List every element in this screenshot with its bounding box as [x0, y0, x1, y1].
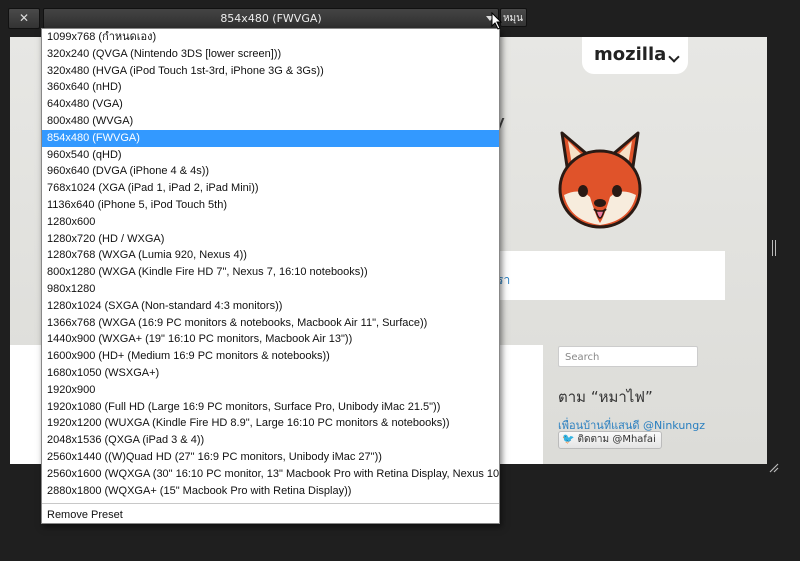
chevron-down-icon [668, 51, 680, 63]
preset-option[interactable]: 1280x768 (WXGA (Lumia 920, Nexus 4)) [42, 247, 499, 264]
follow-heading: ตาม “หมาไฟ” [558, 388, 653, 406]
preset-option[interactable]: 960x540 (qHD) [42, 147, 499, 164]
preset-option[interactable]: 1920x900 [42, 382, 499, 399]
preset-option[interactable]: 1136x640 (iPhone 5, iPod Touch 5th) [42, 197, 499, 214]
preset-option[interactable]: 854x480 (FWVGA) [42, 129, 499, 147]
mouse-cursor-icon [491, 12, 503, 30]
preset-option[interactable]: 800x480 (WVGA) [42, 113, 499, 130]
preset-option[interactable]: 2048x1536 (QXGA (iPad 3 & 4)) [42, 432, 499, 449]
mozilla-logo: mozilla [594, 44, 667, 65]
preset-option[interactable]: 1099x768 (กำหนดเอง) [42, 29, 499, 46]
preset-option[interactable]: 1680x1050 (WSXGA+) [42, 365, 499, 382]
dropdown-separator [42, 503, 499, 505]
preset-option[interactable]: 360x640 (nHD) [42, 79, 499, 96]
red-panda-mascot-icon [558, 131, 642, 229]
preset-option[interactable]: 1280x600 [42, 214, 499, 231]
preset-option[interactable]: 2560x1440 ((W)Quad HD (27" 16:9 PC monit… [42, 449, 499, 466]
preset-option[interactable]: 2560x1600 (WQXGA (30" 16:10 PC monitor, … [42, 466, 499, 483]
preset-option[interactable]: 320x480 (HVGA (iPod Touch 1st-3rd, iPhon… [42, 63, 499, 80]
preset-option[interactable]: 1280x1024 (SXGA (Non-standard 4:3 monito… [42, 298, 499, 315]
preset-option[interactable]: 1600x900 (HD+ (Medium 16:9 PC monitors &… [42, 348, 499, 365]
preset-option[interactable]: 320x240 (QVGA (Nintendo 3DS [lower scree… [42, 46, 499, 63]
viewport-resize-handle[interactable] [772, 240, 776, 256]
preset-option[interactable]: 1440x900 (WXGA+ (19" 16:10 PC monitors, … [42, 331, 499, 348]
resize-grip-icon[interactable] [767, 461, 779, 473]
preset-dropdown-list[interactable]: 1099x768 (กำหนดเอง) 320x240 (QVGA (Ninten… [41, 28, 500, 524]
preset-option[interactable]: 980x1280 [42, 281, 499, 298]
preset-option[interactable]: 1920x1080 (Full HD (Large 16:9 PC monito… [42, 399, 499, 416]
search-input[interactable]: Search [558, 346, 698, 367]
follow-button-label: ติดตาม @Mhafai [577, 434, 656, 445]
preset-select-value: 854x480 (FWVGA) [220, 12, 322, 25]
preset-option[interactable]: 640x480 (VGA) [42, 96, 499, 113]
preset-option[interactable]: 768x1024 (XGA (iPad 1, iPad 2, iPad Mini… [42, 180, 499, 197]
preset-items: 1099x768 (กำหนดเอง) 320x240 (QVGA (Ninten… [42, 29, 499, 499]
mozilla-tab[interactable]: mozilla [582, 37, 688, 74]
preset-option[interactable]: 1280x720 (HD / WXGA) [42, 231, 499, 248]
content-card: รา [477, 251, 725, 300]
remove-preset-item[interactable]: Remove Preset [42, 507, 499, 524]
preset-option[interactable]: 960x640 (DVGA (iPhone 4 & 4s)) [42, 163, 499, 180]
preset-select[interactable]: 854x480 (FWVGA) [43, 8, 499, 29]
preset-option[interactable]: 1366x768 (WXGA (16:9 PC monitors & noteb… [42, 315, 499, 332]
twitter-bird-icon: 🐦 [562, 434, 575, 445]
twitter-follow-button[interactable]: 🐦 ติดตาม @Mhafai [558, 431, 662, 449]
preset-option[interactable]: 1920x1200 (WUXGA (Kindle Fire HD 8.9", L… [42, 415, 499, 432]
rotate-button[interactable]: หมุน [500, 8, 527, 27]
close-responsive-mode-button[interactable]: ✕ [8, 8, 40, 29]
preset-option[interactable]: 800x1280 (WXGA (Kindle Fire HD 7", Nexus… [42, 264, 499, 281]
preset-option[interactable]: 2880x1800 (WQXGA+ (15" Macbook Pro with … [42, 483, 499, 500]
